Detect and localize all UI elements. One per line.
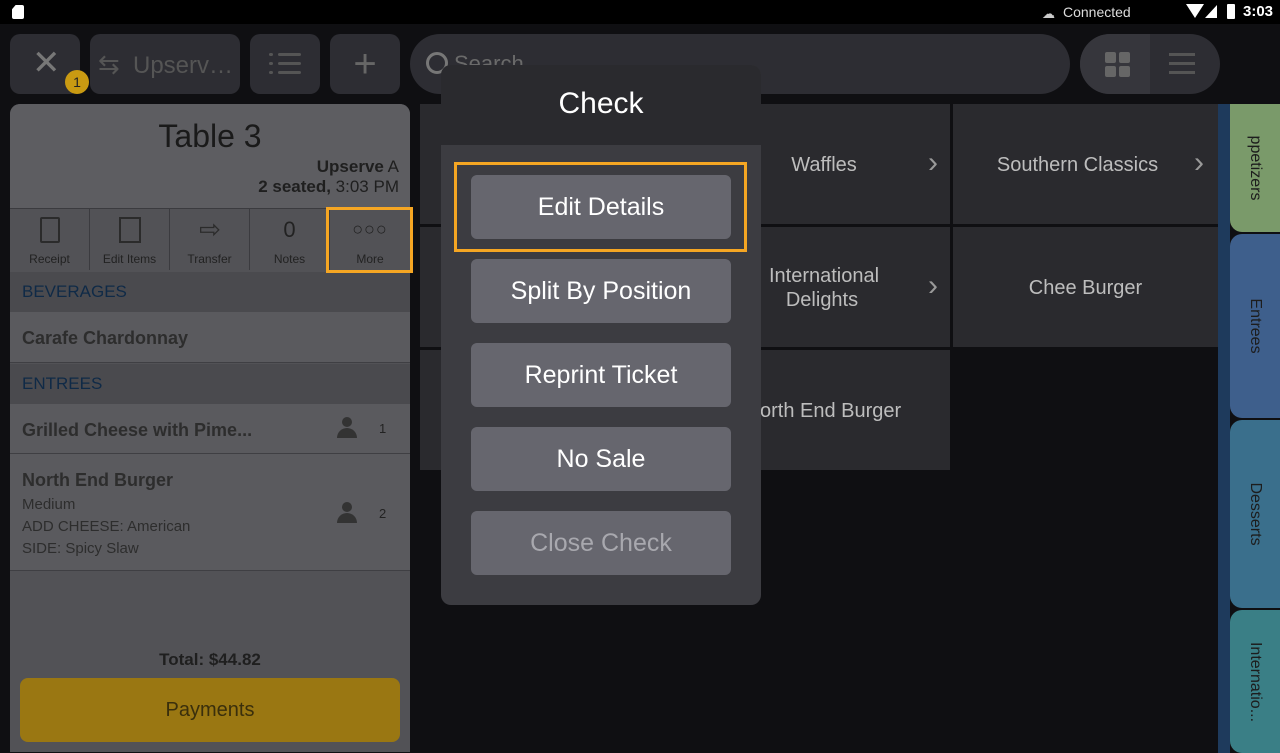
edit-items-button[interactable]: Edit Items: [90, 208, 170, 270]
item-modifier: SIDE: Spicy Slaw: [22, 540, 139, 557]
menu-tile-chee-burger[interactable]: Chee Burger: [953, 227, 1218, 347]
chevron-right-icon: ›: [928, 146, 938, 179]
order-item[interactable]: Carafe Chardonnay: [10, 312, 410, 363]
swap-icon: ⇆: [98, 49, 120, 79]
table-title: Table 3: [158, 118, 262, 154]
order-total: Total: $44.82: [159, 650, 261, 669]
notes-button[interactable]: 0 Notes: [250, 208, 330, 270]
notification-badge: 1: [65, 70, 89, 94]
edit-icon: [119, 217, 141, 243]
switch-user-label: Upserve...: [133, 52, 235, 79]
view-toggle: [1080, 34, 1220, 94]
seat-number: 1: [379, 421, 387, 436]
section-header-entrees: ENTREES: [10, 364, 410, 404]
popup-pointer: [421, 104, 443, 140]
category-rail: [1218, 104, 1230, 753]
person-icon: [336, 502, 358, 524]
payments-button[interactable]: Payments: [20, 678, 400, 742]
transfer-button[interactable]: ⇨ Transfer: [170, 208, 250, 270]
order-panel: Table 3 Upserve A 2 seated, 3:03 PM Rece…: [10, 104, 410, 752]
close-order-button[interactable]: ✕ 1: [10, 34, 89, 94]
chevron-right-icon: ›: [928, 269, 938, 302]
reprint-ticket-button[interactable]: Reprint Ticket: [471, 343, 731, 407]
grid-icon: [1105, 52, 1131, 78]
order-item[interactable]: North End Burger Medium ADD CHEESE: Amer…: [10, 454, 410, 571]
order-item[interactable]: Grilled Cheese with Pime... 1: [10, 404, 410, 454]
seated-info: 2 seated, 3:03 PM: [258, 177, 399, 196]
more-button-highlight: [326, 207, 413, 273]
seat-number: 2: [379, 506, 387, 521]
item-modifier: ADD CHEESE: American: [22, 518, 191, 535]
cloud-icon: ☁: [1042, 6, 1055, 21]
menu-tile-southern-classics[interactable]: Southern Classics ›: [953, 104, 1218, 224]
popup-title: Check: [558, 87, 644, 120]
connection-status: Connected: [1063, 4, 1131, 20]
clock: 3:03: [1243, 3, 1274, 20]
close-icon: ✕: [32, 44, 61, 82]
popup-header: Check: [441, 65, 761, 145]
list-icon: [269, 52, 301, 76]
close-check-button[interactable]: Close Check: [471, 511, 731, 575]
battery-icon: [1227, 4, 1235, 19]
receipt-icon: [40, 217, 60, 243]
no-sale-button[interactable]: No Sale: [471, 427, 731, 491]
wifi-icon: [1186, 4, 1204, 18]
receipt-button[interactable]: Receipt: [10, 208, 90, 270]
category-tab-international[interactable]: Internatio...: [1230, 610, 1280, 753]
switch-user-button[interactable]: ⇆ Upserve...: [90, 34, 240, 94]
split-by-position-button[interactable]: Split By Position: [471, 259, 731, 323]
category-tab-appetizers[interactable]: ppetizers: [1230, 104, 1280, 232]
chevron-right-icon: ›: [1194, 146, 1204, 179]
sd-card-icon: [12, 5, 24, 19]
category-tab-entrees[interactable]: Entrees: [1230, 234, 1280, 418]
category-tab-desserts[interactable]: Desserts: [1230, 420, 1280, 608]
check-popup: Check Edit Details Split By Position Rep…: [441, 65, 761, 605]
section-header-beverages: BEVERAGES: [10, 272, 410, 312]
signal-icon: [1205, 5, 1217, 18]
grid-view-button[interactable]: [1080, 34, 1150, 94]
arrow-right-icon: ⇨: [199, 214, 221, 244]
edit-details-highlight: [454, 162, 747, 252]
server-info: Upserve A: [316, 157, 399, 176]
new-order-button[interactable]: +: [330, 34, 400, 94]
item-modifier: Medium: [22, 496, 76, 513]
list-view-button[interactable]: [1150, 34, 1220, 94]
status-bar: ☁ Connected 3:03: [0, 0, 1280, 24]
hamburger-icon: [1169, 52, 1195, 76]
plus-icon: +: [353, 42, 377, 86]
orders-list-button[interactable]: [250, 34, 320, 94]
order-header: Table 3 Upserve A 2 seated, 3:03 PM: [10, 104, 410, 208]
person-icon: [336, 417, 358, 439]
notes-count: 0: [283, 217, 296, 242]
